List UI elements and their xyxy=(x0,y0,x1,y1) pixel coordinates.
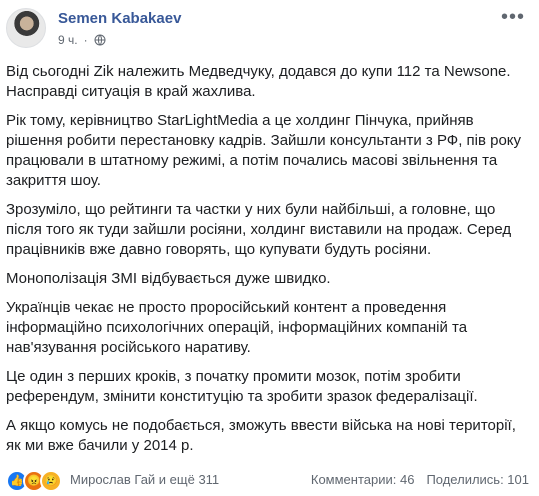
post-header: Semen Kabakaev 9 ч. · ••• xyxy=(0,0,539,58)
post-footer: 👍 😠 😢 Мирослав Гай и ещё 311 Комментарии… xyxy=(0,462,539,492)
sad-icon: 😢 xyxy=(40,470,62,492)
post-paragraph: Зрозуміло, що рейтинги та частки у них б… xyxy=(6,201,512,258)
post-paragraph: Це один з перших кроків, з початку проми… xyxy=(6,368,478,405)
author-name[interactable]: Semen Kabakaev xyxy=(58,10,181,27)
post-time[interactable]: 9 ч. xyxy=(58,33,78,47)
shares-count[interactable]: Поделились: 101 xyxy=(426,472,529,487)
more-icon[interactable]: ••• xyxy=(501,7,525,27)
post-paragraph: А якщо комусь не подобається, зможуть вв… xyxy=(6,417,516,454)
reactions-count[interactable]: Мирослав Гай и ещё 311 xyxy=(70,472,219,487)
post-meta: 9 ч. · xyxy=(58,33,106,47)
post-paragraph: Монополізація ЗМІ відбувається дуже швид… xyxy=(6,270,331,287)
globe-icon xyxy=(94,34,106,46)
post-stats: Комментарии: 46 Поделились: 101 xyxy=(311,472,529,487)
post-paragraph: Українців чекає не просто проросійський … xyxy=(6,299,468,356)
post-paragraph: Від сьогодні Zik належить Медведчуку, до… xyxy=(6,63,511,100)
post-paragraph: Рік тому, керівництво StarLightMedia а ц… xyxy=(6,112,522,189)
separator: · xyxy=(83,33,88,47)
post-text: Від сьогодні Zik належить Медведчуку, до… xyxy=(6,62,531,465)
avatar[interactable] xyxy=(6,8,46,48)
comments-count[interactable]: Комментарии: 46 xyxy=(311,472,415,487)
reaction-icons[interactable]: 👍 😠 😢 xyxy=(6,470,62,492)
